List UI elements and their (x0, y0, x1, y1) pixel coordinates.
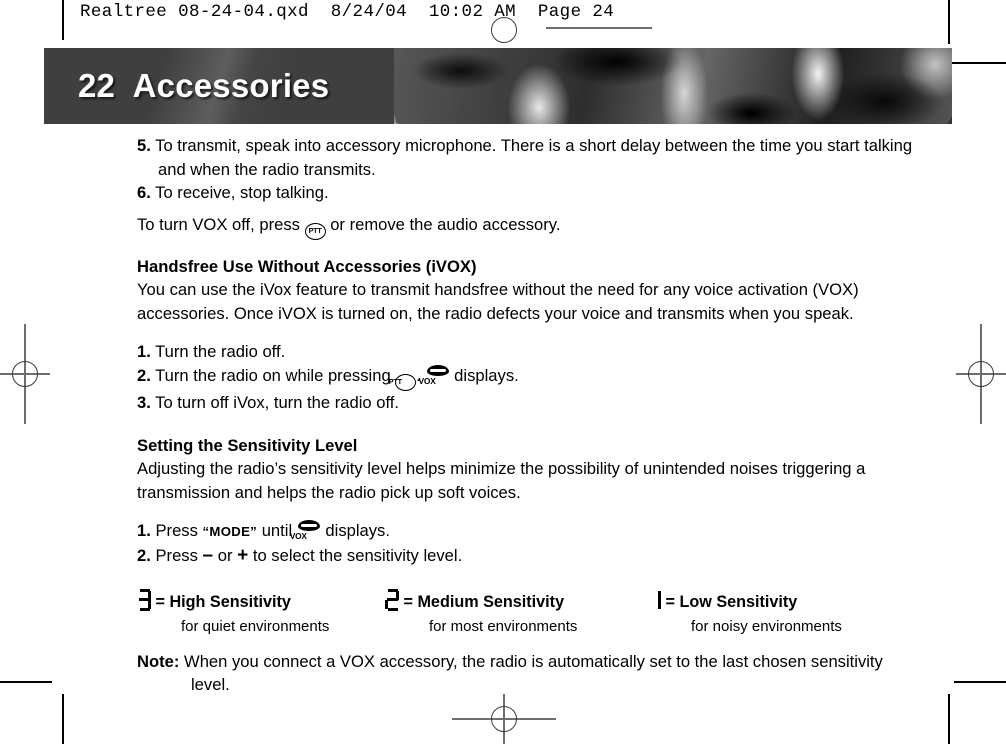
sensitivity-step-1-number: 1. (137, 521, 151, 541)
registration-mark-circle (968, 361, 994, 387)
step-6-text: To receive, stop talking. (155, 183, 329, 203)
plus-button-icon: + (237, 544, 249, 566)
chapter-banner: 22 Accessories (44, 48, 952, 124)
legend-medium-row: = Medium Sensitivity (385, 588, 577, 614)
registration-mark-circle (12, 361, 38, 387)
step-5-number: 5. (137, 136, 151, 155)
registration-mark-bottom (452, 694, 556, 744)
step-5-text: To transmit, speak into accessory microp… (155, 136, 913, 179)
sensitivity-step-2-text-after: to select the sensitivity level. (252, 545, 463, 565)
proof-header-text: Realtree 08-24-04.qxd 8/24/04 10:02 AM P… (80, 2, 615, 22)
sensitivity-step-1-text-before: Press (155, 521, 198, 541)
ivox-step-3-text: To turn off iVox, turn the radio off. (155, 392, 399, 412)
registration-mark-right (956, 324, 1006, 424)
vox-lips-icon: VOX (418, 364, 450, 387)
step-6: 6. To receive, stop talking. (137, 181, 917, 205)
crop-mark-top-right-horizontal (952, 62, 1006, 64)
sensitivity-step-2-or: or (217, 545, 233, 565)
ivox-step-2-text-after: displays. (454, 365, 519, 385)
crop-mark-bottom-right-vertical (948, 694, 950, 744)
vox-icon-lips-shape (426, 364, 449, 376)
vox-icon-label: VOX (289, 531, 307, 542)
page-title: 22 Accessories (78, 67, 330, 104)
legend-item-medium: = Medium Sensitivity for most environmen… (385, 588, 578, 637)
registration-mark-left (0, 324, 50, 424)
lcd-digit-2-icon (385, 588, 399, 611)
legend-high-detail: for quiet environments (181, 617, 330, 635)
legend-high-row: = High Sensitivity (137, 588, 329, 614)
minus-button-icon: – (202, 544, 214, 566)
crop-mark-bottom-right-horizontal (954, 681, 1006, 683)
note-label: Note: (137, 651, 180, 671)
ivox-step-1-number: 1. (137, 342, 151, 362)
vox-off-text-after: or remove the audio accessory. (330, 214, 561, 234)
ivox-step-2-number: 2. (137, 365, 151, 385)
ivox-step-3: 3. To turn off iVox, turn the radio off. (137, 391, 917, 415)
manual-page: Realtree 08-24-04.qxd 8/24/04 10:02 AM P… (0, 0, 1006, 744)
sensitivity-step-1: 1. Press “MODE” until VOX displays. (137, 519, 917, 543)
vox-off-text-before: To turn VOX off, press (137, 214, 300, 234)
vox-off-instruction: To turn VOX off, press PTT or remove the… (137, 213, 917, 240)
camouflage-photo (394, 48, 952, 124)
legend-low-row: = Low Sensitivity (647, 589, 842, 614)
legend-medium-label: = Medium Sensitivity (403, 592, 565, 611)
ivox-step-1-text: Turn the radio off. (155, 342, 286, 362)
handsfree-paragraph: You can use the iVox feature to transmit… (137, 280, 859, 323)
ivox-step-2-text-before: Turn the radio on while pressing (155, 365, 391, 385)
ptt-icon-label: PTT (308, 225, 322, 235)
note-block: Note: When you connect a VOX accessory, … (137, 650, 917, 697)
ptt-icon: PTT (304, 222, 326, 240)
legend-low-label: = Low Sensitivity (665, 592, 798, 611)
vox-icon-label: VOX (418, 375, 436, 386)
legend-medium-detail: for most environments (429, 617, 578, 635)
sensitivity-step-1-text-after: displays. (325, 521, 390, 541)
legend-low-detail: for noisy environments (691, 617, 842, 635)
proof-header-underline (546, 27, 652, 29)
ivox-step-2: 2. Turn the radio on while pressing PTT.… (137, 364, 917, 391)
proof-header: Realtree 08-24-04.qxd 8/24/04 10:02 AM P… (62, 0, 950, 38)
lcd-digit-1-icon (647, 589, 661, 611)
mode-button-label: “MODE” (202, 524, 258, 540)
legend-high-label: = High Sensitivity (155, 592, 291, 611)
ptt-icon: PTT (389, 373, 417, 391)
sensitivity-step-2: 2. Press – or + to select the sensitivit… (137, 543, 917, 570)
legend-item-high: = High Sensitivity for quiet environment… (137, 588, 330, 637)
sensitivity-paragraph: Adjusting the radio’s sensitivity level … (137, 459, 866, 502)
lcd-digit-3-icon (137, 588, 151, 611)
page-content: 5. To transmit, speak into accessory mic… (137, 134, 917, 697)
sensitivity-step-2-number: 2. (137, 545, 151, 565)
vox-lips-icon: VOX (289, 520, 321, 542)
step-6-number: 6. (137, 183, 151, 203)
handsfree-heading: Handsfree Use Without Accessories (iVOX) (137, 256, 477, 276)
vox-icon-lips-shape (297, 520, 320, 532)
note-text: When you connect a VOX accessory, the ra… (184, 651, 883, 695)
ptt-icon-label: PTT (388, 376, 402, 386)
crop-mark-bottom-left-vertical (62, 694, 64, 744)
sensitivity-heading: Setting the Sensitivity Level (137, 435, 358, 455)
ivox-step-1: 1. Turn the radio off. (137, 340, 917, 364)
registration-mark-circle (491, 706, 517, 732)
ivox-step-3-number: 3. (137, 392, 151, 412)
sensitivity-step-1-text-middle: until (261, 521, 293, 541)
sensitivity-legend: = High Sensitivity for quiet environment… (137, 588, 917, 637)
legend-item-low: = Low Sensitivity for noisy environments (647, 589, 842, 637)
step-5: 5. To transmit, speak into accessory mic… (137, 134, 917, 181)
crop-mark-bottom-left-horizontal (0, 681, 52, 683)
proof-header-left-rule (62, 0, 64, 38)
sensitivity-step-2-text-before: Press (155, 545, 198, 565)
